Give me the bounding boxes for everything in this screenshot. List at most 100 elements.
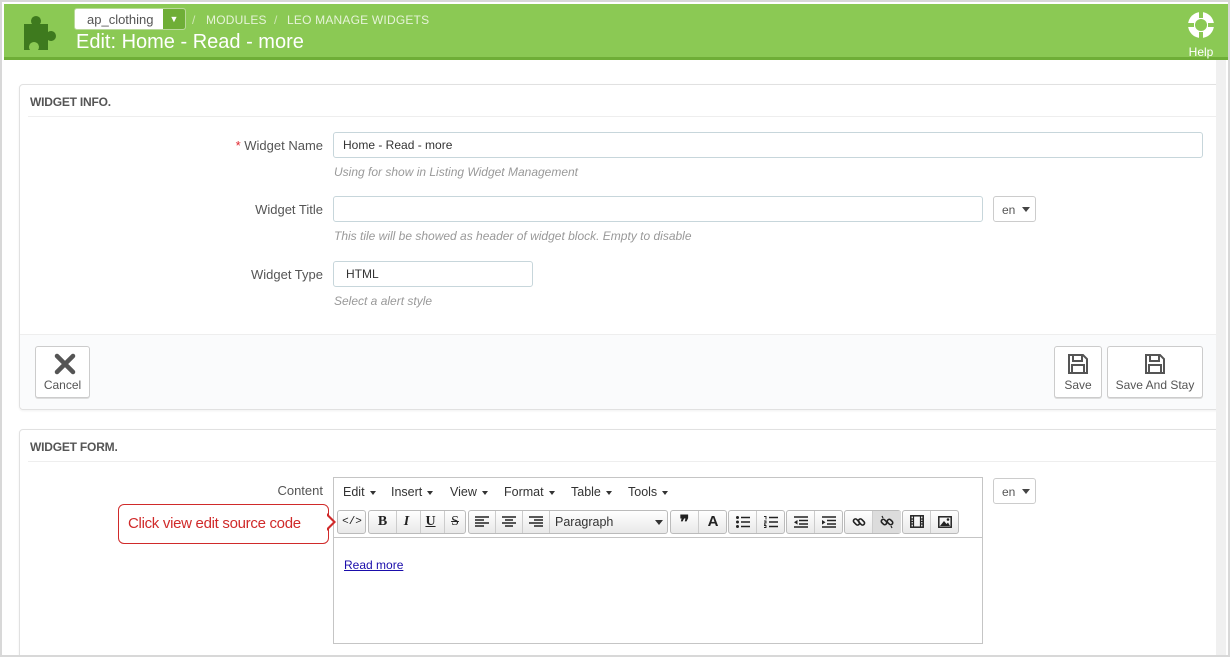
insert-video-button[interactable] (903, 511, 931, 533)
menu-tools[interactable]: Tools (628, 485, 669, 499)
outdent-button[interactable] (787, 511, 815, 533)
indent-button[interactable] (815, 511, 843, 533)
menu-view[interactable]: View (450, 485, 488, 499)
save-and-stay-button[interactable]: Save And Stay (1107, 346, 1203, 398)
widget-title-label: Widget Title (255, 202, 323, 217)
text-color-button[interactable]: A (699, 511, 727, 533)
menu-tools-label: Tools (628, 485, 658, 499)
menu-table[interactable]: Table (571, 485, 612, 499)
breadcrumb-separator: / (274, 13, 278, 27)
widget-type-label: Widget Type (250, 267, 323, 282)
widget-name-label: * Widget Name (202, 138, 323, 153)
toolbar-group-links (844, 510, 901, 534)
caret-down-icon (1022, 489, 1030, 494)
indent-icon (822, 516, 836, 528)
panel-heading: WIDGET INFO. (28, 85, 1216, 117)
caret-down-icon (427, 490, 434, 495)
film-icon (909, 515, 924, 528)
widget-type-hint: Select a alert style (334, 294, 433, 308)
align-center-button[interactable] (496, 511, 523, 533)
insert-link-button[interactable] (845, 511, 873, 533)
caret-down-icon (1022, 207, 1030, 212)
remove-link-button[interactable] (873, 511, 901, 533)
widget-name-value: Home - Read - more (343, 138, 453, 152)
top-header-bar: ap_clothing ▼ / MODULES / LEO MANAGE WID… (4, 4, 1228, 60)
outdent-icon (793, 516, 808, 528)
read-more-link[interactable]: Read more (344, 558, 403, 572)
annotation-callout-text: Click view edit source code (128, 515, 301, 532)
breadcrumb-separator: / (192, 13, 196, 27)
toolbar-group-source: </> (337, 510, 366, 534)
caret-down-icon (662, 490, 669, 495)
widget-name-input[interactable]: Home - Read - more (333, 132, 1203, 158)
close-icon (54, 353, 75, 375)
breadcrumb-modules[interactable]: MODULES (206, 13, 267, 27)
caret-down-icon (655, 520, 663, 525)
format-select-value: Paragraph (555, 515, 614, 529)
toolbar-group-quote: ❞ A (670, 510, 727, 534)
browser-frame: ap_clothing ▼ / MODULES / LEO MANAGE WID… (0, 0, 1230, 657)
language-code: en (1002, 203, 1016, 217)
menu-edit-label: Edit (343, 485, 365, 499)
breadcrumb-leo-manage-widgets[interactable]: LEO MANAGE WIDGETS (287, 13, 429, 27)
blockquote-button[interactable]: ❞ (671, 511, 699, 533)
help-button[interactable]: Help (1184, 10, 1218, 59)
widget-title-language-dropdown[interactable]: en (993, 196, 1036, 222)
callout-arrow-inner (326, 515, 333, 529)
image-icon (938, 516, 952, 528)
link-icon (852, 518, 865, 526)
widget-name-label-text: Widget Name (244, 138, 323, 153)
menu-table-label: Table (571, 485, 601, 499)
toolbar-group-text-style: B I U S (368, 510, 466, 534)
floppy-disk-icon (1145, 354, 1165, 374)
toolbar-group-lists (728, 510, 785, 534)
editor-toolbar: </> B I U S Paragraph ❞ A (334, 506, 982, 538)
menu-edit[interactable]: Edit (343, 485, 376, 499)
help-label: Help (1188, 45, 1214, 59)
cancel-button[interactable]: Cancel (35, 346, 90, 398)
toolbar-group-align-format: Paragraph (468, 510, 668, 534)
menu-view-label: View (450, 485, 477, 499)
align-left-button[interactable] (469, 511, 496, 533)
content-language-dropdown[interactable]: en (993, 478, 1036, 504)
widget-title-hint: This tile will be showed as header of wi… (334, 229, 692, 243)
lifebuoy-icon (1188, 12, 1214, 38)
widget-form-heading: WIDGET FORM. (30, 440, 118, 454)
caret-down-icon (605, 490, 612, 495)
save-label: Save (1064, 378, 1092, 392)
caret-down-icon (548, 490, 555, 495)
align-center-icon (502, 516, 516, 527)
page-title: Edit: Home - Read - more (76, 31, 304, 53)
language-code: en (1002, 485, 1016, 499)
menu-insert[interactable]: Insert (391, 485, 434, 499)
toolbar-group-media (902, 510, 959, 534)
widget-title-input[interactable] (333, 196, 983, 222)
shop-select-value: ap_clothing (87, 12, 154, 27)
widget-info-heading: WIDGET INFO. (30, 95, 111, 109)
numbered-list-button[interactable] (757, 511, 785, 533)
insert-image-button[interactable] (931, 511, 959, 533)
bullet-list-button[interactable] (729, 511, 757, 533)
widget-type-value: HTML (346, 267, 379, 281)
shop-select-dropdown[interactable]: ap_clothing ▼ (74, 8, 186, 30)
editor-content-area[interactable]: Read more (344, 558, 403, 572)
save-button[interactable]: Save (1054, 346, 1102, 398)
strikethrough-button[interactable]: S (441, 511, 469, 533)
menu-format[interactable]: Format (504, 485, 555, 499)
bullet-list-icon (735, 516, 750, 528)
annotation-callout: Click view edit source code (118, 504, 329, 544)
source-code-button[interactable]: </> (338, 511, 366, 533)
puzzle-logo-icon (24, 16, 56, 50)
editor-menubar: Edit Insert View Format Table Tools (334, 478, 982, 506)
widget-name-hint: Using for show in Listing Widget Managem… (334, 165, 579, 179)
vertical-scrollbar[interactable] (1216, 60, 1226, 655)
rich-text-editor: Edit Insert View Format Table Tools </> … (333, 477, 983, 644)
widget-type-field: HTML (333, 261, 533, 287)
caret-down-icon (369, 490, 376, 495)
caret-down-icon (481, 490, 488, 495)
floppy-disk-icon (1068, 354, 1088, 374)
format-select-dropdown[interactable]: Paragraph (555, 511, 669, 533)
align-right-icon (529, 516, 543, 527)
chevron-down-icon: ▼ (163, 9, 185, 29)
align-right-button[interactable] (523, 511, 550, 533)
